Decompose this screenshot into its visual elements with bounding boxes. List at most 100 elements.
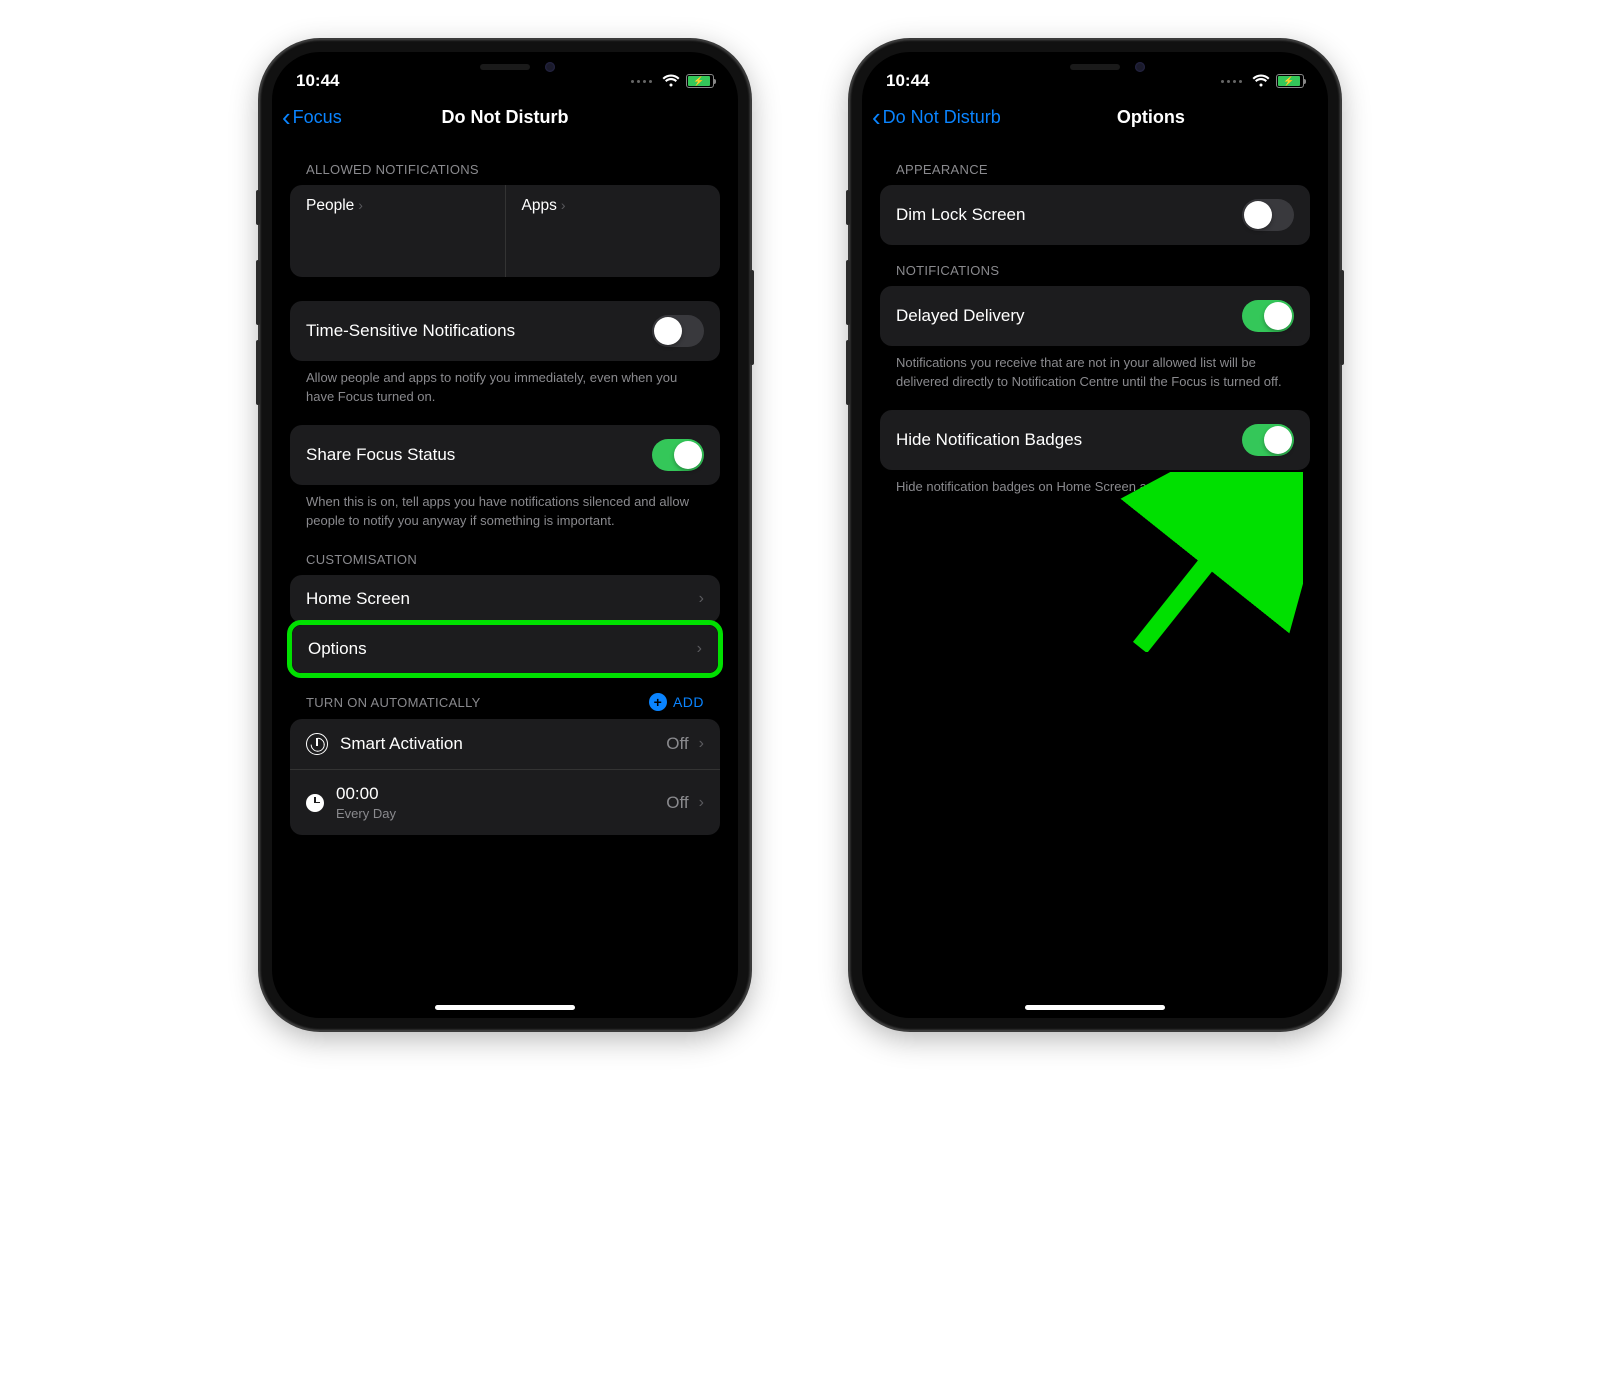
home-screen-row[interactable]: Home Screen ›	[290, 575, 720, 623]
dim-lock-row[interactable]: Dim Lock Screen	[880, 185, 1310, 245]
add-label: ADD	[673, 694, 704, 710]
section-header-notifications: NOTIFICATIONS	[880, 245, 1310, 286]
hide-badges-group: Hide Notification Badges	[880, 410, 1310, 470]
hide-badges-desc: Hide notification badges on Home Screen …	[880, 470, 1310, 501]
nav-bar: ‹ Focus Do Not Disturb	[272, 96, 738, 144]
people-label: People	[306, 197, 354, 215]
dim-lock-label: Dim Lock Screen	[896, 205, 1025, 225]
hide-badges-row[interactable]: Hide Notification Badges	[880, 410, 1310, 470]
home-screen-label: Home Screen	[306, 589, 410, 609]
nav-bar: ‹ Do Not Disturb Options	[862, 96, 1328, 144]
notch	[990, 52, 1200, 82]
page-title: Options	[1117, 107, 1185, 128]
schedule-sub: Every Day	[336, 806, 396, 821]
battery-icon: ⚡	[1276, 74, 1304, 88]
plus-icon: +	[649, 693, 667, 711]
side-button	[256, 260, 260, 325]
apps-label: Apps	[522, 197, 557, 215]
auto-group: Smart Activation Off › 00:00 Every Day	[290, 719, 720, 835]
phone-mockup-right: 10:44 ⚡ ‹ Do Not Disturb Options APPEARA…	[850, 40, 1340, 1030]
share-focus-toggle[interactable]	[652, 439, 704, 471]
battery-icon: ⚡	[686, 74, 714, 88]
smart-activation-value: Off	[666, 734, 688, 754]
people-cell[interactable]: People ›	[290, 185, 505, 277]
clock-icon	[306, 794, 324, 812]
side-button	[846, 260, 850, 325]
back-label: Focus	[293, 107, 342, 128]
chevron-right-icon: ›	[561, 197, 566, 213]
options-row[interactable]: Options ›	[292, 625, 718, 673]
section-header-customisation: CUSTOMISATION	[290, 534, 720, 575]
options-highlight: Options ›	[287, 620, 723, 678]
home-indicator[interactable]	[435, 1005, 575, 1010]
delayed-group: Delayed Delivery	[880, 286, 1310, 346]
section-header-auto: TURN ON AUTOMATICALLY + ADD	[290, 675, 720, 719]
delayed-label: Delayed Delivery	[896, 306, 1025, 326]
appearance-group: Dim Lock Screen	[880, 185, 1310, 245]
customisation-group: Home Screen ›	[290, 575, 720, 623]
power-icon	[306, 733, 328, 755]
options-group: Options ›	[292, 625, 718, 673]
section-header-allowed: ALLOWED NOTIFICATIONS	[290, 144, 720, 185]
speaker	[1070, 64, 1120, 70]
side-button	[846, 340, 850, 405]
time-sensitive-label: Time-Sensitive Notifications	[306, 321, 515, 341]
share-focus-row[interactable]: Share Focus Status	[290, 425, 720, 485]
delayed-row[interactable]: Delayed Delivery	[880, 286, 1310, 346]
time-sensitive-toggle[interactable]	[652, 315, 704, 347]
share-focus-group: Share Focus Status	[290, 425, 720, 485]
add-button[interactable]: + ADD	[649, 693, 704, 711]
share-focus-desc: When this is on, tell apps you have noti…	[290, 485, 720, 535]
back-button[interactable]: ‹ Do Not Disturb	[872, 104, 1001, 130]
delayed-toggle[interactable]	[1242, 300, 1294, 332]
schedule-row[interactable]: 00:00 Every Day Off ›	[290, 769, 720, 835]
chevron-right-icon: ›	[699, 794, 704, 812]
back-button[interactable]: ‹ Focus	[282, 104, 342, 130]
time-sensitive-desc: Allow people and apps to notify you imme…	[290, 361, 720, 411]
side-button	[750, 270, 754, 365]
time-sensitive-row[interactable]: Time-Sensitive Notifications	[290, 301, 720, 361]
delayed-desc: Notifications you receive that are not i…	[880, 346, 1310, 396]
chevron-left-icon: ‹	[282, 104, 291, 130]
page-title: Do Not Disturb	[442, 107, 569, 128]
chevron-right-icon: ›	[699, 735, 704, 753]
screen: 10:44 ⚡ ‹ Focus Do Not Disturb ALLOWED N…	[272, 52, 738, 1018]
more-icon	[631, 80, 652, 83]
smart-activation-row[interactable]: Smart Activation Off ›	[290, 719, 720, 769]
side-button	[1340, 270, 1344, 365]
schedule-time: 00:00	[336, 784, 396, 804]
hide-badges-label: Hide Notification Badges	[896, 430, 1082, 450]
chevron-right-icon: ›	[358, 197, 363, 213]
allowed-group: People › Apps ›	[290, 185, 720, 277]
content[interactable]: APPEARANCE Dim Lock Screen NOTIFICATIONS…	[862, 144, 1328, 990]
smart-activation-label: Smart Activation	[340, 734, 463, 754]
screen: 10:44 ⚡ ‹ Do Not Disturb Options APPEARA…	[862, 52, 1328, 1018]
schedule-value: Off	[666, 793, 688, 813]
status-time: 10:44	[296, 71, 339, 91]
front-camera	[545, 62, 555, 72]
section-header-appearance: APPEARANCE	[880, 144, 1310, 185]
time-sensitive-group: Time-Sensitive Notifications	[290, 301, 720, 361]
wifi-icon	[1252, 74, 1270, 88]
dim-lock-toggle[interactable]	[1242, 199, 1294, 231]
status-icons: ⚡	[631, 74, 714, 88]
phone-mockup-left: 10:44 ⚡ ‹ Focus Do Not Disturb ALLOWED N…	[260, 40, 750, 1030]
home-indicator[interactable]	[1025, 1005, 1165, 1010]
allowed-split: People › Apps ›	[290, 185, 720, 277]
chevron-left-icon: ‹	[872, 104, 881, 130]
speaker	[480, 64, 530, 70]
notch	[400, 52, 610, 82]
chevron-right-icon: ›	[699, 590, 704, 608]
side-button	[256, 190, 260, 225]
apps-cell[interactable]: Apps ›	[505, 185, 721, 277]
wifi-icon	[662, 74, 680, 88]
content[interactable]: ALLOWED NOTIFICATIONS People › Apps › Ti…	[272, 144, 738, 990]
chevron-right-icon: ›	[697, 640, 702, 658]
hide-badges-toggle[interactable]	[1242, 424, 1294, 456]
side-button	[256, 340, 260, 405]
side-button	[846, 190, 850, 225]
auto-header-label: TURN ON AUTOMATICALLY	[306, 695, 481, 710]
front-camera	[1135, 62, 1145, 72]
share-focus-label: Share Focus Status	[306, 445, 455, 465]
back-label: Do Not Disturb	[883, 107, 1001, 128]
